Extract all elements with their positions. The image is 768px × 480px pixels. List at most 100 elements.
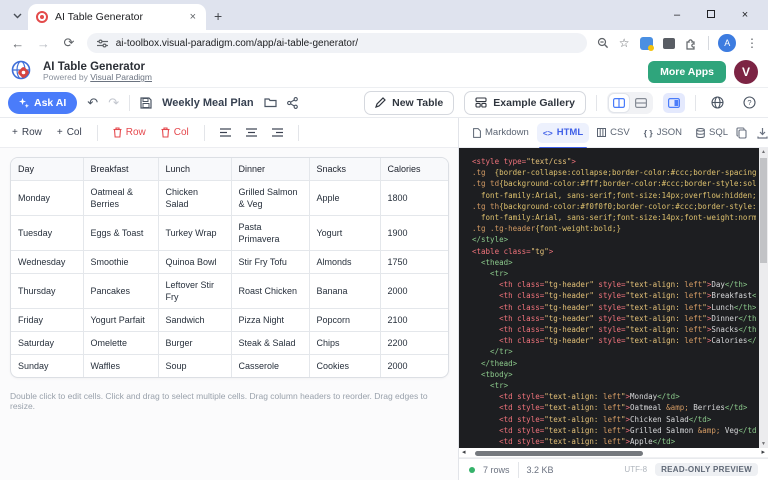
tab-html[interactable]: <> HTML xyxy=(537,123,589,143)
table-cell[interactable]: 2000 xyxy=(380,355,448,378)
tab-sql[interactable]: SQL xyxy=(690,123,734,143)
scroll-right-icon[interactable]: ▸ xyxy=(761,448,765,458)
delete-column-button[interactable]: Col xyxy=(161,127,189,138)
table-cell[interactable]: Friday xyxy=(11,309,83,332)
table-cell[interactable]: Omelette xyxy=(83,332,158,355)
table-cell[interactable]: 1900 xyxy=(380,216,448,251)
table-cell[interactable]: Wednesday xyxy=(11,251,83,274)
table-cell[interactable]: Yogurt Parfait xyxy=(83,309,158,332)
add-row-button[interactable]: +Row xyxy=(12,127,42,138)
table-cell[interactable]: Pancakes xyxy=(83,274,158,309)
table-cell[interactable]: Sunday xyxy=(11,355,83,378)
new-table-button[interactable]: New Table xyxy=(364,91,454,115)
forward-button[interactable]: → xyxy=(36,36,52,51)
table-cell[interactable]: Pasta Primavera xyxy=(231,216,309,251)
tab-csv[interactable]: CSV xyxy=(591,123,636,143)
table-cell[interactable]: Eggs & Toast xyxy=(83,216,158,251)
extension-icon[interactable] xyxy=(640,37,653,50)
browser-tab[interactable]: AI Table Generator × xyxy=(28,4,206,30)
table-cell[interactable]: Monday xyxy=(11,181,83,216)
table-cell[interactable]: Saturday xyxy=(11,332,83,355)
table-cell[interactable]: Leftover Stir Fry xyxy=(158,274,231,309)
undo-button[interactable]: ↶ xyxy=(87,95,98,111)
table-cell[interactable]: 1750 xyxy=(380,251,448,274)
table-cell[interactable]: 2100 xyxy=(380,309,448,332)
window-minimize-button[interactable]: – xyxy=(660,9,694,21)
column-header[interactable]: Day xyxy=(11,158,83,181)
new-tab-button[interactable]: + xyxy=(214,8,222,24)
meal-table[interactable]: DayBreakfastLunchDinnerSnacksCaloriesMon… xyxy=(11,158,448,377)
align-center-button[interactable] xyxy=(246,128,257,137)
help-button[interactable]: ? xyxy=(738,93,760,113)
site-settings-icon[interactable] xyxy=(97,39,108,48)
brand-avatar[interactable]: V xyxy=(734,60,758,84)
tab-close-icon[interactable]: × xyxy=(188,11,198,23)
horizontal-scrollbar[interactable]: ◂ ▸ xyxy=(459,448,768,458)
delete-row-button[interactable]: Row xyxy=(113,127,146,138)
redo-button[interactable]: ↷ xyxy=(108,95,119,111)
table-cell[interactable]: Chicken Salad xyxy=(158,181,231,216)
stacked-view-button[interactable] xyxy=(631,94,651,112)
table-cell[interactable]: Steak & Salad xyxy=(231,332,309,355)
add-column-button[interactable]: +Col xyxy=(57,127,82,138)
table-cell[interactable]: 1800 xyxy=(380,181,448,216)
column-header[interactable]: Lunch xyxy=(158,158,231,181)
vertical-scroll-thumb[interactable] xyxy=(760,158,767,263)
table-cell[interactable]: Cookies xyxy=(309,355,380,378)
column-header[interactable]: Calories xyxy=(380,158,448,181)
table-cell[interactable]: Popcorn xyxy=(309,309,380,332)
table-cell[interactable]: Chips xyxy=(309,332,380,355)
table-cell[interactable]: Tuesday xyxy=(11,216,83,251)
column-header[interactable]: Snacks xyxy=(309,158,380,181)
table-cell[interactable]: Soup xyxy=(158,355,231,378)
column-header[interactable]: Breakfast xyxy=(83,158,158,181)
open-folder-icon[interactable] xyxy=(264,97,277,108)
table-cell[interactable]: Roast Chicken xyxy=(231,274,309,309)
more-apps-button[interactable]: More Apps xyxy=(648,61,726,83)
visual-paradigm-link[interactable]: Visual Paradigm xyxy=(90,72,152,82)
table-cell[interactable]: Smoothie xyxy=(83,251,158,274)
table-cell[interactable]: Yogurt xyxy=(309,216,380,251)
table-cell[interactable]: Casserole xyxy=(231,355,309,378)
toggle-right-panel-button[interactable] xyxy=(663,93,685,113)
copy-button[interactable] xyxy=(736,127,747,139)
split-view-button[interactable] xyxy=(609,94,629,112)
table-cell[interactable]: 2000 xyxy=(380,274,448,309)
extensions-puzzle-icon[interactable] xyxy=(685,37,698,50)
bookmark-star-icon[interactable]: ☆ xyxy=(619,36,630,50)
table-cell[interactable]: Thursday xyxy=(11,274,83,309)
language-globe-button[interactable] xyxy=(706,93,728,113)
download-button[interactable] xyxy=(757,127,768,139)
vertical-scrollbar[interactable]: ▲ ▼ xyxy=(759,148,768,448)
table-cell[interactable]: Pizza Night xyxy=(231,309,309,332)
browser-menu-icon[interactable]: ⋮ xyxy=(746,36,758,50)
scroll-up-icon[interactable]: ▲ xyxy=(759,149,768,155)
tab-search-chevron-icon[interactable] xyxy=(8,7,26,25)
document-title[interactable]: Weekly Meal Plan xyxy=(162,97,254,109)
table-cell[interactable]: Oatmeal & Berries xyxy=(83,181,158,216)
scroll-left-icon[interactable]: ◂ xyxy=(462,448,466,458)
example-gallery-button[interactable]: Example Gallery xyxy=(464,91,586,115)
table-cell[interactable]: Stir Fry Tofu xyxy=(231,251,309,274)
extension-2-icon[interactable] xyxy=(663,38,675,49)
table-cell[interactable]: Apple xyxy=(309,181,380,216)
zoom-icon[interactable] xyxy=(597,37,609,49)
table-cell[interactable]: Almonds xyxy=(309,251,380,274)
back-button[interactable]: ← xyxy=(10,36,26,51)
save-icon[interactable] xyxy=(140,97,152,109)
share-icon[interactable] xyxy=(287,97,298,109)
table-cell[interactable]: 2200 xyxy=(380,332,448,355)
table-cell[interactable]: Grilled Salmon & Veg xyxy=(231,181,309,216)
horizontal-scroll-thumb[interactable] xyxy=(475,451,643,456)
scroll-down-icon[interactable]: ▼ xyxy=(759,441,768,447)
address-bar[interactable]: ai-toolbox.visual-paradigm.com/app/ai-ta… xyxy=(87,33,587,53)
window-close-button[interactable]: × xyxy=(728,9,762,21)
tab-json[interactable]: { } JSON xyxy=(638,123,688,143)
table-cell[interactable]: Sandwich xyxy=(158,309,231,332)
table-cell[interactable]: Waffles xyxy=(83,355,158,378)
tab-markdown[interactable]: Markdown xyxy=(467,123,535,143)
align-right-button[interactable] xyxy=(272,128,283,137)
table-cell[interactable]: Quinoa Bowl xyxy=(158,251,231,274)
reload-button[interactable]: ⟳ xyxy=(61,35,77,51)
table-cell[interactable]: Banana xyxy=(309,274,380,309)
